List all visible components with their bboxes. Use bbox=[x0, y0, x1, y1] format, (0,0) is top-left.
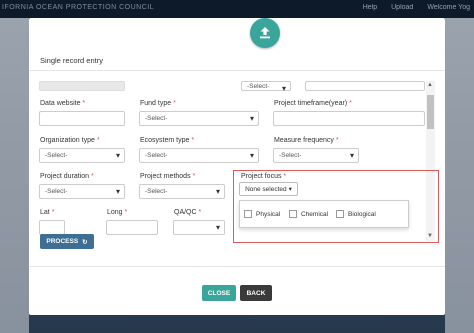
project-duration-select[interactable]: -Select- bbox=[39, 184, 125, 199]
project-duration-value: -Select- bbox=[45, 188, 68, 195]
option-biological-label: Biological bbox=[348, 210, 376, 218]
fund-type-value: -Select- bbox=[145, 115, 168, 122]
project-methods-value: -Select- bbox=[145, 188, 168, 195]
top-nav-right: Help Upload Welcome Yog bbox=[363, 4, 470, 11]
measure-frequency-select[interactable]: -Select- bbox=[273, 148, 359, 163]
brand-title: IFORNIA OCEAN PROTECTION COUNCIL bbox=[2, 4, 155, 11]
checkbox-biological[interactable] bbox=[336, 210, 344, 218]
help-link[interactable]: Help bbox=[363, 4, 377, 11]
scroll-up-arrow-icon[interactable]: ▲ bbox=[427, 82, 433, 88]
qaqc-label: QA/QC * bbox=[174, 209, 202, 216]
single-record-modal: Single record entry -Select- Data websit… bbox=[29, 18, 445, 315]
measure-frequency-value: -Select- bbox=[279, 152, 302, 159]
close-button[interactable]: CLOSE bbox=[202, 285, 236, 301]
background-right-strip bbox=[445, 18, 474, 333]
qaqc-select[interactable] bbox=[173, 220, 225, 235]
welcome-user[interactable]: Welcome Yog bbox=[427, 4, 470, 11]
project-methods-select[interactable]: -Select- bbox=[139, 184, 225, 199]
partial-select-value: -Select- bbox=[247, 83, 270, 90]
data-website-label: Data website * bbox=[40, 100, 86, 107]
partial-field-grey bbox=[39, 81, 125, 91]
scrollbar-thumb[interactable] bbox=[427, 95, 434, 129]
back-button[interactable]: BACK bbox=[240, 285, 272, 301]
partial-field-right[interactable] bbox=[305, 81, 425, 91]
project-focus-dropdown: Physical Chemical Biological bbox=[239, 200, 409, 228]
organization-type-label: Organization type * bbox=[40, 137, 100, 144]
measure-frequency-label: Measure frequency * bbox=[274, 137, 339, 144]
project-timeframe-label: Project timeframe(year) * bbox=[274, 100, 352, 107]
upload-link[interactable]: Upload bbox=[391, 4, 413, 11]
project-focus-multiselect-button[interactable]: None selected ▾ bbox=[239, 182, 298, 196]
background-left-strip bbox=[0, 18, 29, 333]
back-button-label: BACK bbox=[246, 289, 266, 297]
organization-type-value: -Select- bbox=[45, 152, 68, 159]
footer-divider bbox=[29, 266, 445, 267]
top-navbar: IFORNIA OCEAN PROTECTION COUNCIL Help Up… bbox=[0, 0, 474, 18]
checkbox-chemical[interactable] bbox=[289, 210, 297, 218]
fund-type-label: Fund type * bbox=[140, 100, 176, 107]
option-biological[interactable]: Biological bbox=[336, 210, 376, 218]
process-button-label: PROCESS bbox=[46, 238, 79, 245]
data-website-input[interactable] bbox=[39, 111, 125, 126]
option-chemical[interactable]: Chemical bbox=[289, 210, 328, 218]
project-timeframe-input[interactable] bbox=[273, 111, 425, 126]
project-focus-button-label: None selected bbox=[245, 185, 287, 193]
fund-type-select[interactable]: -Select- bbox=[139, 111, 259, 126]
option-chemical-label: Chemical bbox=[301, 210, 329, 218]
close-button-label: CLOSE bbox=[207, 289, 231, 297]
partial-select[interactable]: -Select- bbox=[241, 81, 291, 93]
ecosystem-type-label: Ecosystem type * bbox=[140, 137, 195, 144]
upload-icon bbox=[250, 18, 280, 48]
checkbox-physical[interactable] bbox=[244, 210, 252, 218]
process-button[interactable]: PROCESS ↻ bbox=[40, 234, 94, 249]
refresh-icon: ↻ bbox=[82, 238, 88, 246]
ecosystem-type-select[interactable]: -Select- bbox=[139, 148, 259, 163]
header-divider bbox=[29, 70, 445, 71]
option-physical-label: Physical bbox=[256, 210, 281, 218]
option-physical[interactable]: Physical bbox=[244, 210, 280, 218]
project-duration-label: Project duration * bbox=[40, 173, 94, 180]
lat-label: Lat * bbox=[40, 209, 55, 216]
project-methods-label: Project methods * bbox=[140, 173, 196, 180]
long-label: Long * bbox=[107, 209, 128, 216]
long-input[interactable] bbox=[106, 220, 158, 235]
ecosystem-type-value: -Select- bbox=[145, 152, 168, 159]
lat-input[interactable] bbox=[39, 220, 65, 235]
organization-type-select[interactable]: -Select- bbox=[39, 148, 125, 163]
caret-down-icon: ▾ bbox=[288, 186, 292, 193]
modal-title: Single record entry bbox=[40, 56, 103, 65]
